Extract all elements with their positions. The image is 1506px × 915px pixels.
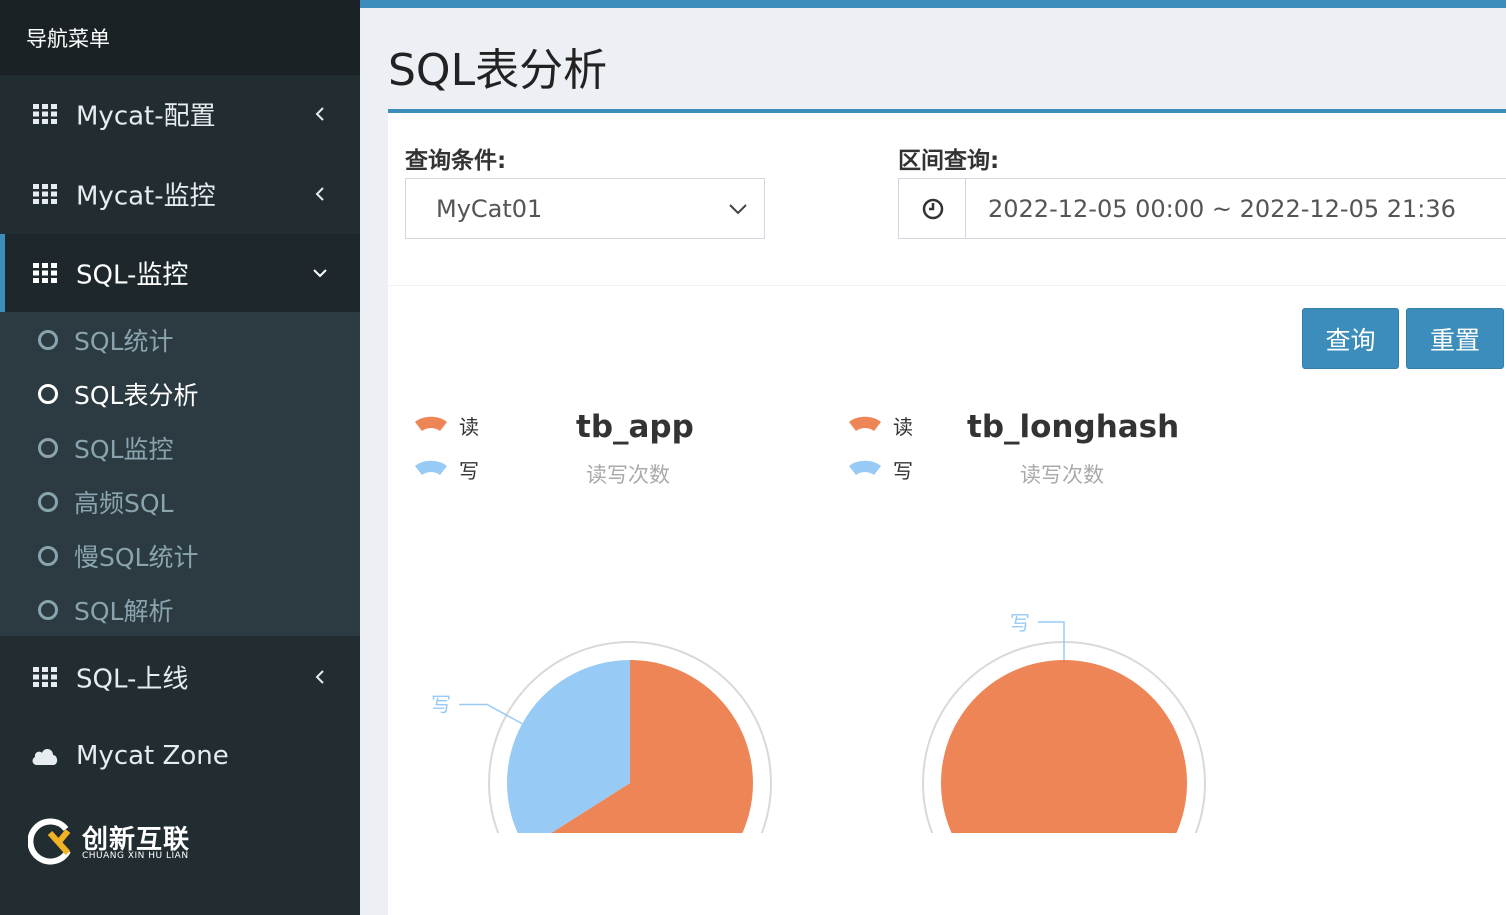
submenu-item-sql-table-analysis[interactable]: SQL表分析 — [5, 367, 360, 421]
date-range-input[interactable]: 2022-12-05 00:00 ~ 2022-12-05 21:36 — [898, 178, 1506, 239]
grid-icon — [33, 263, 57, 283]
pie-chart-tb-app: 读 写 tb_app 读写次数 读写 — [388, 393, 848, 833]
menu-item-mycat-config[interactable]: Mycat-配置 — [0, 75, 360, 153]
pie-slice-label: 写 — [1010, 611, 1030, 635]
submenu-item-label: SQL表分析 — [74, 381, 199, 410]
page-title: SQL表分析 — [388, 45, 608, 96]
chevron-left-icon — [315, 187, 324, 201]
submenu-item-sql-stats[interactable]: SQL统计 — [5, 313, 360, 367]
menu-item-sql-online[interactable]: SQL-上线 — [0, 638, 360, 716]
menu-item-label: Mycat-配置 — [76, 101, 216, 132]
circle-icon — [38, 546, 58, 566]
menu-item-sql-monitor[interactable]: SQL-监控 — [0, 234, 360, 312]
pie-label-line — [459, 703, 523, 725]
pie-plot: 读写 — [431, 641, 772, 833]
pie-slice-read[interactable] — [941, 660, 1187, 833]
condition-label: 查询条件: — [405, 148, 507, 174]
date-range-value: 2022-12-05 00:00 ~ 2022-12-05 21:36 — [988, 194, 1456, 223]
chevron-left-icon — [315, 670, 324, 684]
cloud-icon — [32, 749, 58, 765]
clock-icon — [922, 198, 944, 220]
submenu-item-label: SQL监控 — [74, 435, 174, 464]
chevron-down-icon — [729, 203, 747, 214]
query-button[interactable]: 查询 — [1302, 308, 1399, 369]
submenu-item-sql-monitor[interactable]: SQL监控 — [5, 421, 360, 475]
top-accent-bar — [360, 0, 1506, 8]
condition-select-value: MyCat01 — [436, 194, 543, 223]
submenu-sql-monitor: SQL统计 SQL表分析 SQL监控 高频SQL 慢SQL统计 SQL解析 — [0, 312, 360, 636]
grid-icon — [33, 104, 57, 124]
pie-label-line — [1038, 621, 1065, 660]
date-range-addon — [899, 179, 966, 238]
menu-item-label: Mycat-监控 — [76, 181, 216, 212]
submenu-item-label: SQL统计 — [74, 327, 174, 356]
submenu-item-high-freq-sql[interactable]: 高频SQL — [5, 475, 360, 529]
menu-item-label: SQL-监控 — [76, 260, 189, 291]
chevron-left-icon — [315, 107, 324, 121]
grid-icon — [33, 184, 57, 204]
brand-logo-subtext: CHUANG XIN HU LIAN — [82, 851, 189, 861]
grid-icon — [33, 667, 57, 687]
panel-divider — [388, 285, 1506, 286]
circle-icon — [38, 330, 58, 350]
sidebar: 导航菜单 Mycat-配置 Mycat-监控 SQL-监控 SQL统计 SQL表… — [0, 0, 360, 915]
submenu-item-label: 高频SQL — [74, 489, 174, 518]
menu-item-mycat-monitor[interactable]: Mycat-监控 — [0, 155, 360, 233]
brand-logo: 创新互联 CHUANG XIN HU LIAN — [28, 815, 228, 870]
main-panel: 查询条件: MyCat01 区间查询: 2022-12-05 00:00 ~ 2… — [388, 109, 1506, 915]
menu-item-mycat-zone[interactable]: Mycat Zone — [0, 717, 360, 795]
reset-button[interactable]: 重置 — [1406, 308, 1504, 369]
circle-icon — [38, 438, 58, 458]
menu-item-label: Mycat Zone — [76, 741, 229, 771]
submenu-item-label: 慢SQL统计 — [74, 543, 199, 572]
pie-slice-label: 写 — [431, 692, 451, 716]
brand-logo-icon — [28, 818, 71, 865]
circle-icon — [38, 492, 58, 512]
condition-select[interactable]: MyCat01 — [405, 178, 765, 239]
submenu-item-slow-sql-stats[interactable]: 慢SQL统计 — [5, 529, 360, 583]
submenu-item-sql-parse[interactable]: SQL解析 — [5, 583, 360, 637]
pie-chart-tb-longhash: 读 写 tb_longhash 读写次数 读写 — [822, 393, 1282, 833]
range-label: 区间查询: — [898, 148, 1000, 174]
menu-item-label: SQL-上线 — [76, 664, 189, 695]
sidebar-header: 导航菜单 — [0, 0, 360, 75]
pie-plot: 读写 — [922, 611, 1206, 833]
submenu-item-label: SQL解析 — [74, 597, 174, 626]
circle-icon — [38, 384, 58, 404]
circle-icon — [38, 600, 58, 620]
chevron-down-icon — [313, 269, 327, 278]
